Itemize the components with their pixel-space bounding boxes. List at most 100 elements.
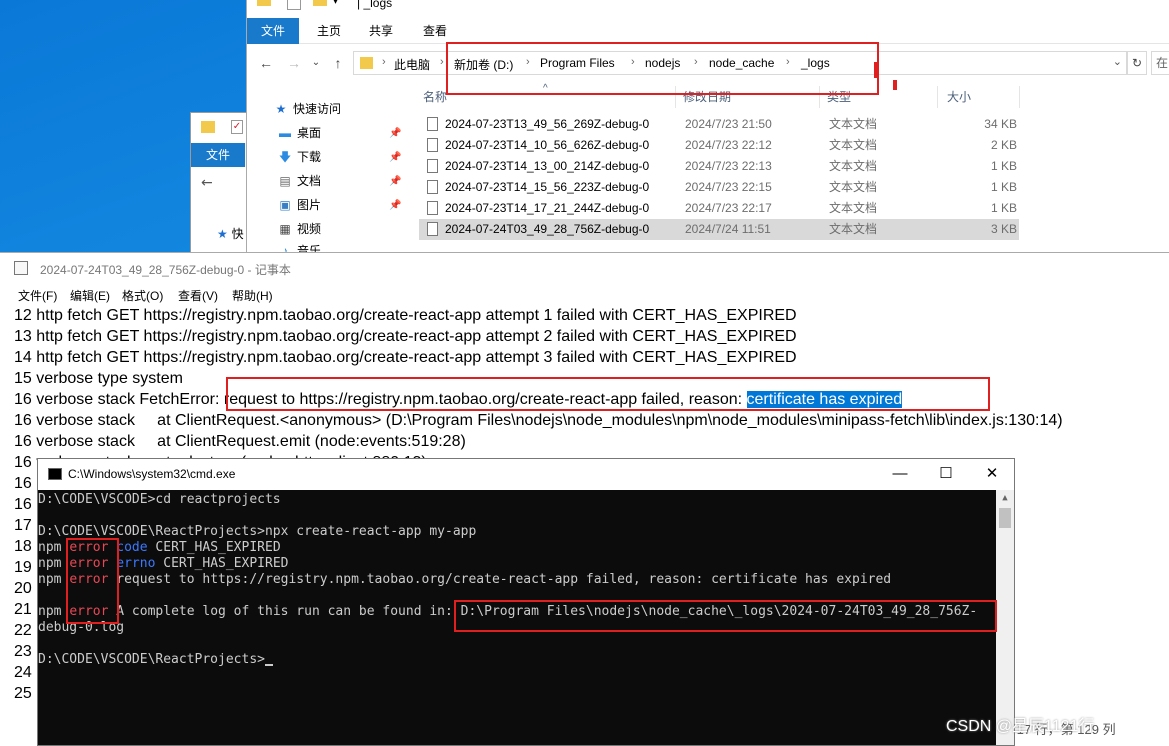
window-title: | _logs	[357, 0, 392, 10]
file-row[interactable]: 2024-07-23T14_13_00_214Z-debug-0 2024/7/2…	[419, 156, 1019, 177]
sidebar-item-desktop[interactable]: ▬ 桌面	[277, 122, 321, 144]
text-line: 12 http fetch GET https://registry.npm.t…	[14, 307, 797, 324]
sidebar-item-documents[interactable]: ▤ 文档	[277, 170, 321, 192]
minimize-icon[interactable]: —	[880, 463, 920, 485]
checkmark-icon: ✓	[231, 120, 243, 134]
file-type: 文本文档	[829, 117, 878, 131]
sidebar-item-label: 下载	[297, 150, 322, 164]
up-arrow-icon[interactable]: ↑	[327, 52, 349, 74]
console-text: npm	[38, 556, 70, 571]
tab-view[interactable]: 查看	[411, 18, 459, 44]
text-line: 16	[14, 475, 32, 492]
file-name: 2024-07-23T14_17_21_244Z-debug-0	[445, 201, 650, 215]
forward-arrow-icon[interactable]: →	[283, 52, 305, 74]
explorer-window[interactable]: ▾ | _logs 文件 主页 共享 查看 ← → ⌄ ↑ › 此电脑 › 新加…	[246, 0, 1169, 258]
scrollbar-thumb[interactable]	[999, 508, 1011, 528]
dropdown-icon[interactable]: ▾	[333, 0, 338, 7]
file-size: 1 KB	[990, 159, 1017, 173]
scrollbar[interactable]: ▲	[996, 490, 1014, 745]
menu-view[interactable]: 查看(V)	[178, 287, 218, 304]
text-line: 15 verbose type system	[14, 370, 183, 387]
maximize-icon[interactable]: ☐	[926, 463, 966, 485]
title-bar: C:\Windows\system32\cmd.exe — ☐ ✕	[38, 459, 1014, 490]
file-row[interactable]: 2024-07-23T13_49_56_269Z-debug-0 2024/7/2…	[419, 114, 1019, 135]
menu-format[interactable]: 格式(O)	[122, 287, 163, 304]
sidebar-item-downloads[interactable]: 🡇 下载	[277, 146, 321, 168]
search-input[interactable]: 在	[1151, 51, 1169, 75]
file-size: 2 KB	[990, 138, 1017, 152]
title-bar: 2024-07-24T03_49_28_756Z-debug-0 - 记事本	[0, 253, 1169, 283]
text-line: 16	[14, 496, 32, 513]
chevron-down-icon[interactable]: ⌄	[1113, 55, 1122, 68]
text-line: 22	[14, 622, 32, 639]
video-icon: ▦	[279, 222, 291, 236]
file-row-selected[interactable]: 2024-07-24T03_49_28_756Z-debug-0 2024/7/2…	[419, 219, 1019, 240]
console-line: D:\CODE\VSCODE>cd reactprojects	[38, 492, 281, 508]
star-icon: ★	[217, 227, 228, 241]
checkmark-icon	[287, 0, 301, 10]
file-row[interactable]: 2024-07-23T14_17_21_244Z-debug-0 2024/7/2…	[419, 198, 1019, 219]
tab-file[interactable]: 文件	[191, 143, 245, 167]
scroll-up-icon[interactable]: ▲	[996, 490, 1014, 506]
file-row[interactable]: 2024-07-23T14_15_56_223Z-debug-0 2024/7/2…	[419, 177, 1019, 198]
title-bar: ▾ | _logs	[247, 0, 1169, 14]
console-text: D:\CODE\VSCODE\ReactProjects>npx create-…	[38, 524, 477, 539]
tab-share[interactable]: 共享	[357, 18, 405, 44]
column-divider[interactable]	[1019, 86, 1020, 108]
file-name: 2024-07-24T03_49_28_756Z-debug-0	[445, 222, 650, 236]
file-date: 2024/7/23 21:50	[685, 117, 772, 131]
text-line: 18	[14, 538, 32, 555]
file-type: 文本文档	[829, 159, 878, 173]
console-text: D:\CODE\VSCODE>cd reactprojects	[38, 492, 281, 507]
annotation-box-log-path	[454, 600, 997, 632]
menu-file[interactable]: 文件(F)	[18, 287, 57, 304]
column-header-size[interactable]: 大小	[947, 86, 971, 108]
menu-bar: 文件(F) 编辑(E) 格式(O) 查看(V) 帮助(H)	[0, 283, 1169, 305]
text-line: 24	[14, 664, 32, 681]
console-line: npm error request to https://registry.np…	[38, 572, 891, 588]
file-name: 2024-07-23T14_10_56_626Z-debug-0	[445, 138, 650, 152]
console-text: CERT_HAS_EXPIRED	[147, 540, 281, 555]
menu-help[interactable]: 帮助(H)	[232, 287, 273, 304]
file-name: 2024-07-23T13_49_56_269Z-debug-0	[445, 117, 650, 131]
chevron-down-icon[interactable]: ⌄	[305, 52, 327, 74]
picture-icon: ▣	[279, 198, 291, 212]
error-field: errno	[116, 556, 156, 571]
back-arrow-icon[interactable]: ←	[255, 52, 277, 74]
annotation-mark	[893, 80, 897, 90]
back-arrow-icon[interactable]: ←	[201, 175, 213, 191]
column-header-name[interactable]: 名称	[423, 86, 447, 108]
navigation-pane: ★ 快速访问 ▬ 桌面 📌 🡇 下载 📌 ▤ 文档 📌 ▣ 图片 📌 ▦ 视频 ♪ 音乐	[247, 92, 417, 262]
error-field: code	[116, 540, 148, 555]
sidebar-item-label: 图片	[297, 198, 322, 212]
tab-home[interactable]: 主页	[305, 18, 353, 44]
quick-access-partial[interactable]: ★ 快	[217, 225, 244, 242]
text-line: 17	[14, 517, 32, 534]
tab-file[interactable]: 文件	[247, 18, 299, 44]
sidebar-item-videos[interactable]: ▦ 视频	[277, 218, 321, 240]
text-file-icon	[427, 138, 438, 152]
pin-icon[interactable]: 📌	[389, 200, 401, 211]
window-title-text: _logs	[363, 0, 393, 10]
file-row[interactable]: 2024-07-23T14_10_56_626Z-debug-0 2024/7/2…	[419, 135, 1019, 156]
sidebar-item-label: 快速访问	[293, 102, 342, 116]
annotation-mark	[874, 62, 878, 78]
column-divider[interactable]	[937, 86, 938, 108]
pin-icon[interactable]: 📌	[389, 176, 401, 187]
menu-edit[interactable]: 编辑(E)	[70, 287, 110, 304]
pin-icon[interactable]: 📌	[389, 128, 401, 139]
close-icon[interactable]: ✕	[972, 463, 1012, 485]
document-icon: ▤	[279, 174, 291, 188]
text-line: 25	[14, 685, 32, 702]
refresh-icon[interactable]: ↻	[1127, 51, 1147, 75]
sidebar-item-label: 桌面	[297, 126, 322, 140]
text-line: 19	[14, 559, 32, 576]
pin-icon[interactable]: 📌	[389, 152, 401, 163]
file-date: 2024/7/23 22:12	[685, 138, 772, 152]
sidebar-item-quick-access[interactable]: ★ 快速访问	[273, 98, 341, 120]
sidebar-item-pictures[interactable]: ▣ 图片	[277, 194, 321, 216]
file-size: 3 KB	[990, 222, 1017, 236]
chevron-right-icon: ›	[382, 56, 386, 68]
breadcrumb-this-pc[interactable]: 此电脑	[394, 56, 430, 73]
text-file-icon	[427, 117, 438, 131]
